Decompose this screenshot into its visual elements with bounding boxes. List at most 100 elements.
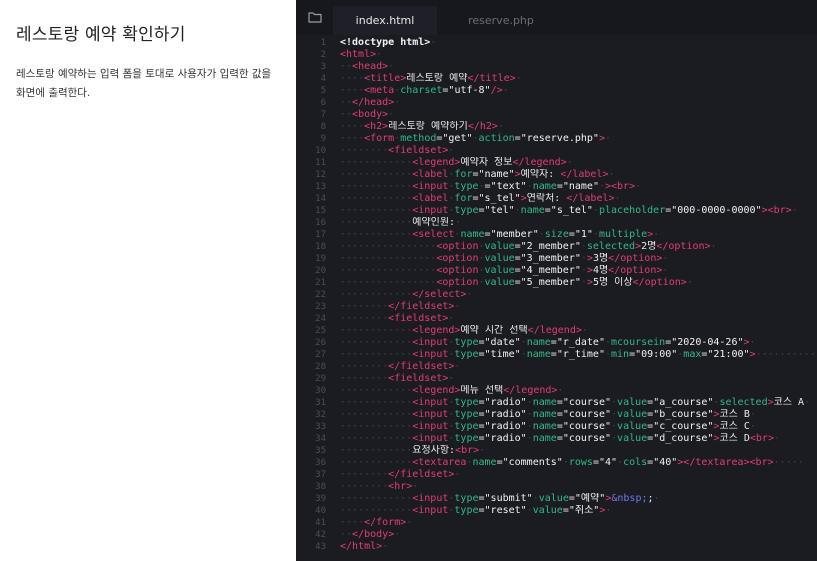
code-token: "000-0000-0000" — [671, 205, 762, 216]
code-line[interactable]: 18 ················<option·value="2_membe… — [296, 241, 817, 253]
code-token: "r_date" — [556, 337, 605, 348]
code-line[interactable]: 19 ················<option·value="3_membe… — [296, 253, 817, 265]
code-token: "radio" — [484, 421, 527, 432]
code-line[interactable]: 30 ············<legend>메뉴 선택</legend>· — [296, 385, 817, 397]
code-token: "course" — [562, 433, 612, 444]
code-line[interactable]: 31 ············<input·type="radio"·name="… — [296, 397, 817, 409]
code-line[interactable]: 5 ····<meta·charset="utf-8"/>· — [296, 85, 817, 97]
code-token: · — [773, 433, 781, 444]
code-line[interactable]: 26 ············<input·type="date"·name="r… — [296, 337, 817, 349]
code-line[interactable]: 8 ····<h2>레스토랑 예약하기</h2>· — [296, 121, 817, 133]
tab-reserve-php[interactable]: reserve.php — [449, 6, 553, 35]
code-line[interactable]: 6 ··</head>· — [296, 97, 817, 109]
code-line[interactable]: 13 ············<input·type·="text"·name="… — [296, 181, 817, 193]
code-token: </title> — [467, 73, 516, 84]
code-line[interactable]: 20 ················<option·value="4_membe… — [296, 265, 817, 277]
code-token: value — [617, 421, 648, 432]
code-token: ><br> — [605, 181, 636, 192]
code-line[interactable]: 38 ········<hr>· — [296, 481, 817, 493]
code-line[interactable]: 15 ············<input·type="tel"·name="s_… — [296, 205, 817, 217]
code-line[interactable]: 37 ········</fieldset>· — [296, 469, 817, 481]
page-description: 레스토랑 예약하는 입력 폼을 토대로 사용자가 입력한 값을 화면에 출력한다… — [16, 68, 272, 99]
code-token: type — [454, 409, 479, 420]
code-line[interactable]: 41 ····</form>· — [296, 517, 817, 529]
code-line[interactable]: 36 ············<textarea·name="comments"·… — [296, 457, 817, 469]
code-token: <input — [412, 205, 449, 216]
folder-button[interactable] — [296, 0, 333, 35]
code-line[interactable]: 1 <!doctype html>· — [296, 37, 817, 49]
code-token: <input — [412, 493, 449, 504]
code-line[interactable]: 33 ············<input·type="radio"·name="… — [296, 421, 817, 433]
code-token: <input — [412, 337, 449, 348]
code-token: <option — [436, 265, 479, 276]
code-token: "예약" — [574, 493, 606, 504]
code-text: ············<input·type="reset"·value="취… — [340, 505, 611, 517]
code-token: "reset" — [484, 505, 527, 516]
code-line[interactable]: 17 ············<select·name="member"·size… — [296, 229, 817, 241]
code-line[interactable]: 10 ········<fieldset>· — [296, 145, 817, 157]
code-line[interactable]: 23 ········</fieldset>· — [296, 301, 817, 313]
code-text: ············<input·type="submit"·value="… — [340, 493, 660, 505]
code-token: </legend> — [527, 325, 582, 336]
code-line[interactable]: 39 ············<input·type="submit"·value… — [296, 493, 817, 505]
code-token: ···· — [340, 517, 365, 528]
code-token: rows — [568, 457, 593, 468]
code-token: ···· — [340, 85, 365, 96]
code-line[interactable]: 16 ············예약인원:· — [296, 217, 817, 229]
code-token: ············ — [340, 445, 413, 456]
code-token: /> — [490, 85, 503, 96]
code-line[interactable]: 29 ········<fieldset>· — [296, 373, 817, 385]
line-number: 18 — [315, 242, 326, 252]
code-line[interactable]: 9 ····<form·method="get"·action="reserve.… — [296, 133, 817, 145]
code-token: "d_course" — [653, 433, 714, 444]
code-line[interactable]: 28 ········</fieldset>· — [296, 361, 817, 373]
code-text: ········<fieldset>· — [340, 313, 454, 325]
code-token: type — [454, 397, 479, 408]
line-number: 21 — [315, 278, 326, 288]
code-line[interactable]: 34 ············<input·type="radio"·name="… — [296, 433, 817, 445]
code-line[interactable]: 40 ············<input·type="reset"·value=… — [296, 505, 817, 517]
code-line[interactable]: 27 ············<input·type="time"·name="r… — [296, 349, 817, 361]
code-line[interactable]: 2 <html>· — [296, 49, 817, 61]
code-area[interactable]: 1 <!doctype html>· 2 <html>· 3 ··<head>· 4 ····… — [296, 37, 817, 553]
code-line[interactable]: 7 ··<body>· — [296, 109, 817, 121]
line-number: 9 — [320, 134, 326, 144]
code-text: ············예약인원:· — [340, 217, 461, 229]
code-token: </legend> — [512, 157, 567, 168]
code-line[interactable]: 43 </html>· — [296, 541, 817, 553]
code-token: value — [617, 433, 648, 444]
code-editor[interactable]: index.html reserve.php 1 <!doctype html>·… — [296, 0, 817, 561]
code-line[interactable]: 32 ············<input·type="radio"·name="… — [296, 409, 817, 421]
code-line[interactable]: 14 ············<label·for="s_tel">연락처: </… — [296, 193, 817, 205]
code-line[interactable]: 25 ············<legend>예약 시간 선택</legend>· — [296, 325, 817, 337]
code-line[interactable]: 4 ····<title>레스토랑 예약</title>· — [296, 73, 817, 85]
tab-index-html[interactable]: index.html — [333, 6, 437, 35]
code-token: ················ — [340, 253, 437, 264]
code-line[interactable]: 3 ··<head>· — [296, 61, 817, 73]
code-token: · — [479, 445, 486, 456]
code-text: ················<option·value="4_member"… — [340, 265, 668, 277]
code-line[interactable]: 24 ········<fieldset>· — [296, 313, 817, 325]
code-token: mcoursein — [611, 337, 666, 348]
code-token: "5_member" — [520, 277, 581, 288]
code-token: · — [804, 397, 811, 408]
code-token: type — [454, 181, 479, 192]
code-token: ············ — [340, 349, 413, 360]
code-token: <fieldset> — [388, 373, 449, 384]
line-number: 1 — [320, 38, 326, 48]
code-token: 코스 D — [719, 433, 750, 444]
code-token: ><br> — [761, 205, 792, 216]
line-number: 14 — [315, 194, 326, 204]
code-text: ············<legend>예약 시간 선택</legend>· — [340, 325, 588, 337]
code-line[interactable]: 11 ············<legend>예약자 정보</legend>· — [296, 157, 817, 169]
code-token: · — [448, 373, 455, 384]
code-token: <select — [412, 229, 455, 240]
code-token: ············ — [340, 433, 413, 444]
line-number: 10 — [315, 146, 326, 156]
code-line[interactable]: 42 ··</body>· — [296, 529, 817, 541]
code-line[interactable]: 21 ················<option·value="5_membe… — [296, 277, 817, 289]
code-line[interactable]: 12 ············<label·for="name">예약자: </l… — [296, 169, 817, 181]
code-line[interactable]: 22 ············</select>· — [296, 289, 817, 301]
code-token: selected — [719, 397, 768, 408]
code-line[interactable]: 35 ············요청사항:<br>· — [296, 445, 817, 457]
